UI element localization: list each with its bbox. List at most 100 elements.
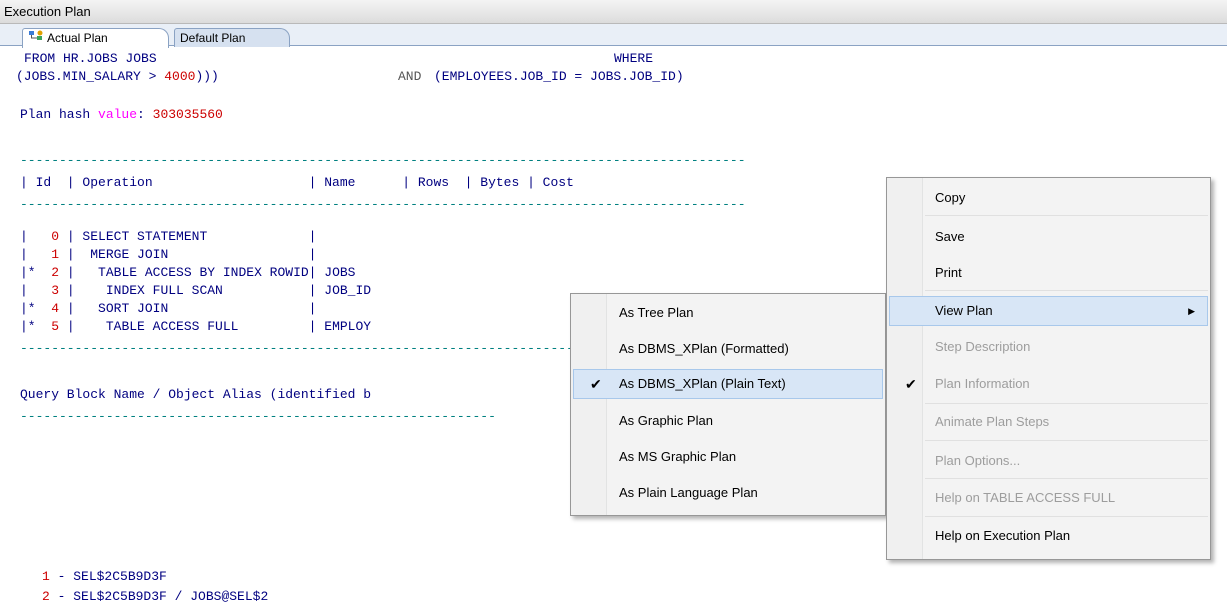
divider-dashes-top: ----------------------------------------… <box>20 153 746 168</box>
row-prefix: |* <box>20 301 52 316</box>
query-block-text: - SEL$2C5B9D3F / JOBS@SEL$2 <box>49 589 269 604</box>
menu-item-label: As DBMS_XPlan (Formatted) <box>619 341 789 356</box>
menu-item-copy[interactable]: Copy <box>889 183 1208 213</box>
row-operation: | MERGE JOIN | <box>59 247 317 262</box>
menu-item-label: View Plan <box>935 303 993 318</box>
plan-hash-line: Plan hash value: 303035560 <box>20 106 223 124</box>
menu-item-print[interactable]: Print <box>889 258 1208 288</box>
row-prefix: | <box>20 283 52 298</box>
menu-item-label: Plan Information <box>935 376 1030 391</box>
code-line-from: FROM HR.JOBS JOBS WHERE <box>24 50 653 68</box>
code-where-text: WHERE <box>614 51 654 66</box>
menu-item-label: Save <box>935 229 965 244</box>
row-prefix: |* <box>20 265 52 280</box>
tab-actual-plan-label: Actual Plan <box>47 31 108 45</box>
table-row: | 0 | SELECT STATEMENT | <box>20 228 316 246</box>
menu-item-label: Animate Plan Steps <box>935 414 1050 429</box>
tab-strip: Actual Plan Default Plan <box>0 24 1227 48</box>
row-id: 4 <box>51 301 60 316</box>
row-id: 1 <box>51 247 60 262</box>
plan-hash-label: Plan hash <box>20 107 99 122</box>
row-id: 3 <box>51 283 60 298</box>
table-row: |* 5 | TABLE ACCESS FULL | EMPLOY <box>20 318 371 336</box>
table-header: | Id | Operation | Name | Rows | Bytes |… <box>20 175 574 190</box>
code-from-text: FROM HR.JOBS JOBS <box>24 51 157 66</box>
menu-separator <box>925 290 1208 291</box>
tab-default-plan[interactable]: Default Plan <box>174 28 290 47</box>
menu-item-as-dbms-xplan-plain-text[interactable]: ✔ As DBMS_XPlan (Plain Text) <box>573 369 883 399</box>
menu-item-plan-information[interactable]: ✔ Plan Information <box>889 369 1208 399</box>
menu-item-plan-options[interactable]: Plan Options... <box>889 446 1208 476</box>
code-condition-c: (EMPLOYEES.JOB_ID = JOBS.JOB_ID) <box>434 69 684 84</box>
code-condition-b: ))) <box>195 69 219 84</box>
row-prefix: |* <box>20 319 52 334</box>
menu-item-label: As DBMS_XPlan (Plain Text) <box>619 376 786 391</box>
row-id: 5 <box>51 319 60 334</box>
menu-item-step-description[interactable]: Step Description <box>889 332 1208 362</box>
menu-item-label: Print <box>935 265 962 280</box>
row-id: 0 <box>51 229 60 244</box>
menu-item-view-plan[interactable]: View Plan ▶ <box>889 296 1208 326</box>
code-condition-number: 4000 <box>164 69 196 84</box>
window-title-text: Execution Plan <box>4 4 91 19</box>
window-title: Execution Plan <box>0 0 1227 24</box>
menu-item-label: Help on Execution Plan <box>935 528 1071 543</box>
menu-separator <box>925 215 1208 216</box>
table-row: | 1 | MERGE JOIN | <box>20 246 316 264</box>
query-block-dashes: ----------------------------------------… <box>20 409 496 424</box>
row-prefix: | <box>20 229 52 244</box>
menu-item-as-graphic-plan[interactable]: As Graphic Plan <box>573 406 883 436</box>
menu-item-label: Help on TABLE ACCESS FULL <box>935 490 1116 505</box>
menu-item-save[interactable]: Save <box>889 222 1208 252</box>
divider-dashes-header: ----------------------------------------… <box>20 197 746 212</box>
row-operation: | SORT JOIN | <box>59 301 317 316</box>
menu-separator <box>925 516 1208 517</box>
plan-hash-number: 303035560 <box>152 107 223 122</box>
plan-hash-value-word: value <box>98 107 138 122</box>
menu-item-label: As Plain Language Plan <box>619 485 758 500</box>
plan-icon <box>28 30 44 44</box>
list-item: 1 - SEL$2C5B9D3F <box>42 568 167 586</box>
menu-item-animate-plan-steps[interactable]: Animate Plan Steps <box>889 407 1208 437</box>
row-id: 2 <box>51 265 60 280</box>
tab-default-plan-label: Default Plan <box>180 31 246 45</box>
menu-item-label: Plan Options... <box>935 453 1021 468</box>
menu-item-as-tree-plan[interactable]: As Tree Plan <box>573 298 883 328</box>
menu-item-as-dbms-xplan-formatted[interactable]: As DBMS_XPlan (Formatted) <box>573 334 883 364</box>
plan-hash-colon: : <box>137 107 153 122</box>
row-operation: | TABLE ACCESS FULL | EMPLOY <box>59 319 372 334</box>
query-block-title: Query Block Name / Object Alias (identif… <box>20 387 372 402</box>
code-condition-a: (JOBS.MIN_SALARY > <box>16 69 165 84</box>
code-line-condition: (JOBS.MIN_SALARY > 4000))) AND (EMPLOYEES.… <box>16 68 684 86</box>
table-row: | 3 | INDEX FULL SCAN | JOB_ID <box>20 282 371 300</box>
query-block-number: 2 <box>42 589 50 604</box>
menu-separator <box>925 403 1208 404</box>
menu-item-label: As MS Graphic Plan <box>619 449 737 464</box>
tab-actual-plan[interactable]: Actual Plan <box>22 28 169 48</box>
menu-item-label: Copy <box>935 190 966 205</box>
table-row: |* 2 | TABLE ACCESS BY INDEX ROWID| JOBS <box>20 264 355 282</box>
submenu-arrow-icon: ▶ <box>1188 306 1195 316</box>
code-and-keyword: AND <box>398 69 422 84</box>
row-prefix: | <box>20 247 52 262</box>
row-operation: | INDEX FULL SCAN | JOB_ID <box>59 283 372 298</box>
row-operation: | SELECT STATEMENT | <box>59 229 317 244</box>
menu-separator <box>925 478 1208 479</box>
menu-item-help-on-execution-plan[interactable]: Help on Execution Plan <box>889 521 1208 551</box>
menu-item-as-plain-language-plan[interactable]: As Plain Language Plan <box>573 478 883 508</box>
row-operation: | TABLE ACCESS BY INDEX ROWID| JOBS <box>59 265 356 280</box>
checkmark-icon: ✔ <box>590 376 602 392</box>
menu-item-label: As Graphic Plan <box>619 413 713 428</box>
menu-separator <box>925 440 1208 441</box>
view-plan-submenu: As Tree Plan As DBMS_XPlan (Formatted) ✔… <box>570 293 886 516</box>
query-block-text: - SEL$2C5B9D3F <box>49 569 167 584</box>
list-item: 2 - SEL$2C5B9D3F / JOBS@SEL$2 <box>42 588 268 606</box>
query-block-number: 1 <box>42 569 50 584</box>
checkmark-icon: ✔ <box>905 376 917 392</box>
table-row: |* 4 | SORT JOIN | <box>20 300 316 318</box>
menu-item-label: As Tree Plan <box>619 305 694 320</box>
context-menu: Copy Save Print View Plan ▶ Step Descript… <box>886 177 1211 560</box>
menu-item-as-ms-graphic-plan[interactable]: As MS Graphic Plan <box>573 442 883 472</box>
menu-item-label: Step Description <box>935 339 1031 354</box>
menu-item-help-on-table-access-full[interactable]: Help on TABLE ACCESS FULL <box>889 483 1208 513</box>
